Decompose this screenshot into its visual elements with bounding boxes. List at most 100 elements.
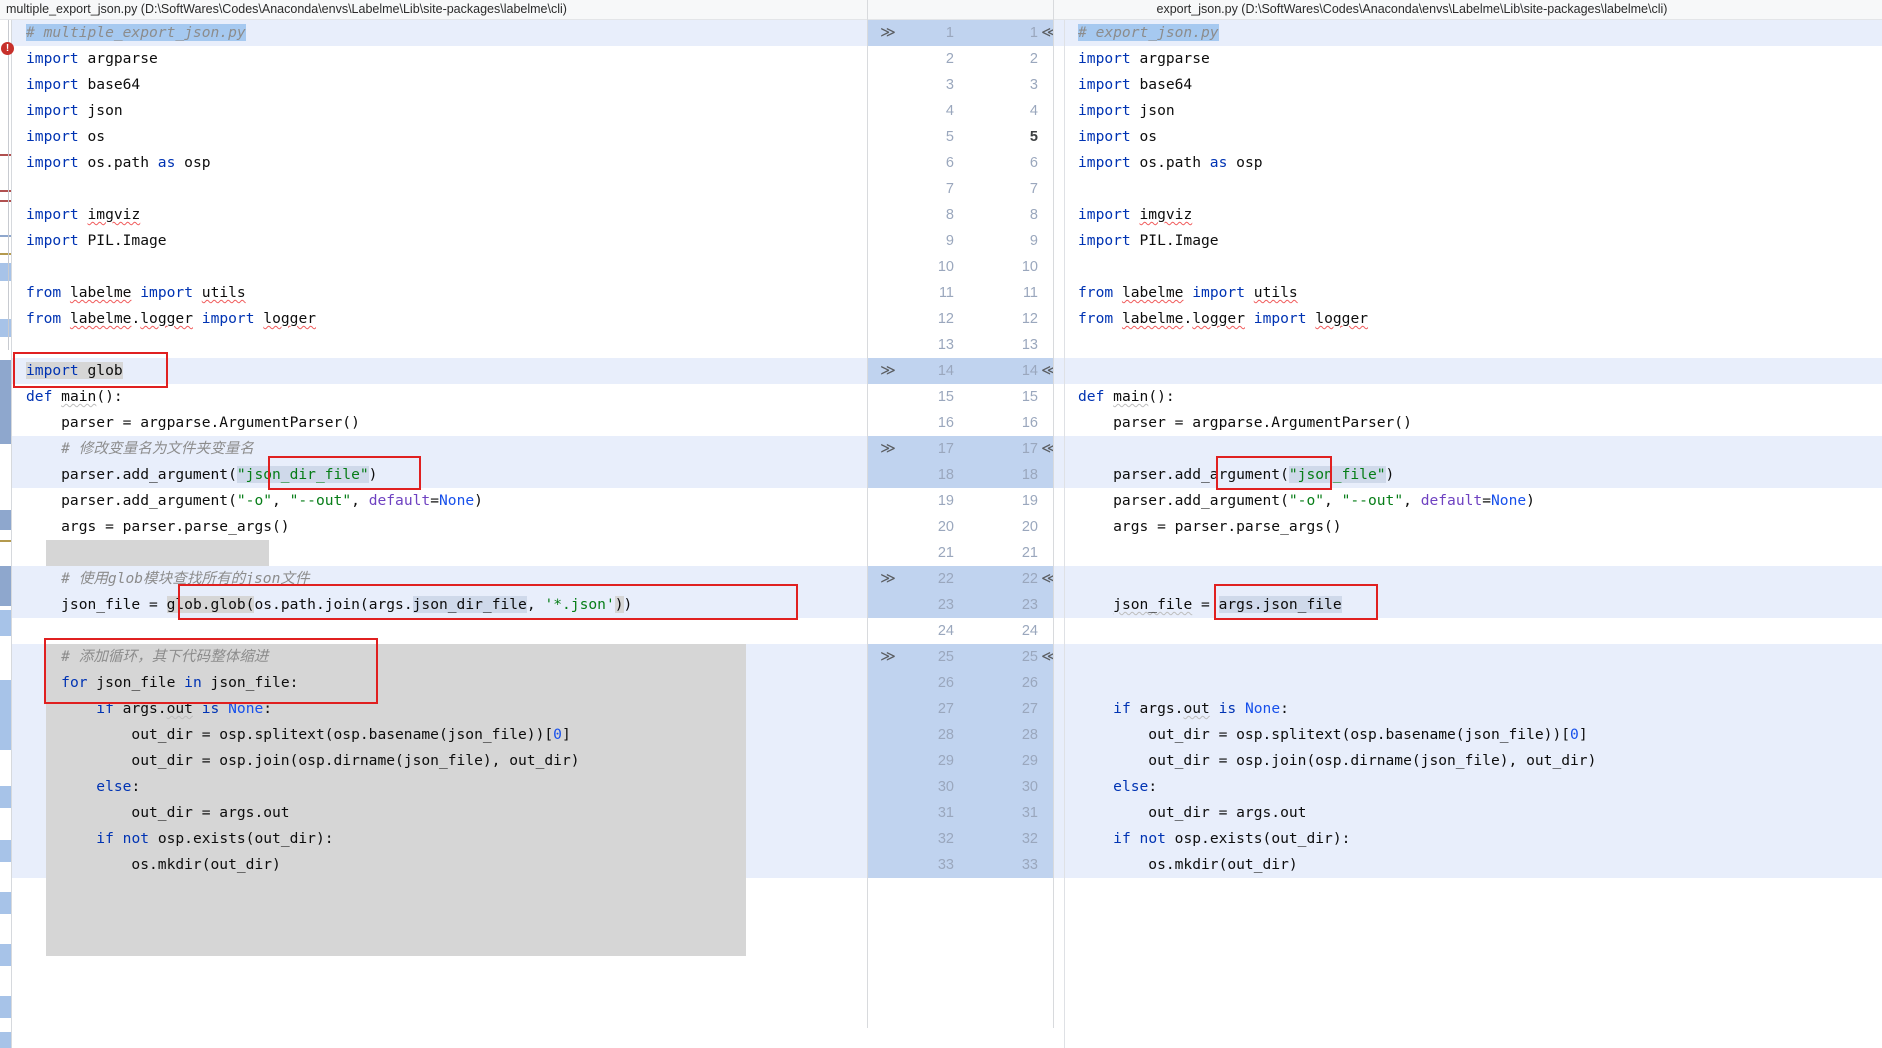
code-line: from labelme import utils [1078, 284, 1298, 301]
gutter-row[interactable]: 33 33 [868, 852, 1054, 878]
code-line: if args.out is None: [1113, 700, 1289, 717]
gutter-row[interactable]: 33 [868, 72, 1054, 98]
gutter-row[interactable]: 77 [868, 176, 1054, 202]
left-line-number: 3 [945, 77, 954, 93]
right-line-number: 4 [1029, 103, 1038, 119]
gutter-row[interactable]: 20 20 [868, 514, 1054, 540]
gutter-row[interactable]: 21 21 [868, 540, 1054, 566]
code-line: import os.path as osp [26, 154, 211, 171]
code-line: else: [1113, 778, 1158, 795]
gutter-row[interactable]: 26 26 [868, 670, 1054, 696]
right-line-number: 22 [1021, 571, 1038, 587]
left-line-number: 4 [945, 103, 954, 119]
right-editor-pane[interactable]: # export_json.py import argparse import … [1054, 20, 1882, 1048]
gutter-row[interactable]: 10 10 [868, 254, 1054, 280]
left-line-number: 5 [945, 129, 954, 145]
gutter-row[interactable]: 55 [868, 124, 1054, 150]
code-line: parser.add_argument("-o", "--out", defau… [1078, 492, 1535, 509]
left-line-number: 19 [937, 493, 954, 509]
left-editor-pane[interactable]: ! # multiple_export_json.py import argpa… [0, 20, 868, 1048]
gutter-row[interactable]: 23 23 [868, 592, 1054, 618]
code-line: # 修改变量名为文件夹变量名 [61, 440, 254, 457]
right-line-number: 9 [1029, 233, 1038, 249]
code-line: def main(): [26, 388, 123, 405]
right-line-number: 17 [1021, 441, 1038, 457]
gutter-row[interactable]: 12 12 [868, 306, 1054, 332]
error-badge-icon[interactable]: ! [1, 42, 14, 55]
gutter-row[interactable]: ≫ 14 14 ≪ [868, 358, 1057, 384]
code-line: from labelme.logger import logger [1078, 310, 1369, 327]
gutter-row[interactable]: ≫ 25 25 ≪ [868, 644, 1057, 670]
diff-viewer: multiple_export_json.py (D:\SoftWares\Co… [0, 0, 1882, 1048]
gutter-row[interactable]: ≫ 17 17 ≪ [868, 436, 1057, 462]
gutter-row[interactable]: 30 30 [868, 774, 1054, 800]
gutter-row[interactable]: 29 29 [868, 748, 1054, 774]
code-line: else: [96, 778, 141, 795]
ruler-tick-warning [0, 253, 11, 255]
gutter-row[interactable]: 13 13 [868, 332, 1054, 358]
code-line: out_dir = osp.join(osp.dirname(json_file… [26, 752, 580, 769]
gutter-row[interactable]: 66 [868, 150, 1054, 176]
left-line-number: 15 [937, 389, 954, 405]
right-line-number: 15 [1021, 389, 1038, 405]
code-line: out_dir = osp.splitext(osp.basename(json… [26, 726, 571, 743]
gutter-row[interactable]: 27 27 [868, 696, 1054, 722]
right-line-number: 29 [1021, 753, 1038, 769]
left-line-number: 28 [937, 727, 954, 743]
ruler-tick-change [0, 944, 11, 966]
gutter-row[interactable]: 16 16 [868, 410, 1054, 436]
right-code-area[interactable]: # export_json.py import argparse import … [1064, 20, 1882, 1048]
code-line: out_dir = osp.splitext(osp.basename(json… [1078, 726, 1588, 743]
right-line-number: 13 [1021, 337, 1038, 353]
left-line-number: 11 [938, 285, 954, 301]
code-line: import json [26, 102, 123, 119]
right-line-number: 18 [1021, 467, 1038, 483]
left-line-number: 31 [937, 805, 954, 821]
gutter-row[interactable]: 24 24 [868, 618, 1054, 644]
right-line-number: 16 [1021, 415, 1038, 431]
gutter-row[interactable]: 28 28 [868, 722, 1054, 748]
ruler-divider [11, 20, 12, 1048]
left-code-area[interactable]: # multiple_export_json.py import argpars… [12, 20, 868, 1048]
code-line: def main(): [1078, 388, 1175, 405]
gutter-row[interactable]: ≫ 1 1 ≪ [868, 20, 1057, 46]
ruler-tick-error [0, 154, 11, 156]
code-line: import imgviz [26, 206, 141, 223]
left-line-number: 12 [937, 311, 954, 327]
right-line-number: 21 [1021, 545, 1038, 561]
code-line: parser = argparse.ArgumentParser() [26, 414, 360, 431]
right-line-number: 31 [1021, 805, 1038, 821]
gutter-row[interactable]: ≫ 22 22 ≪ [868, 566, 1057, 592]
left-annotation-ruler[interactable] [0, 20, 12, 1048]
gutter-row[interactable]: 31 31 [868, 800, 1054, 826]
gutter-row[interactable]: 11 11 [868, 280, 1054, 306]
left-line-number: 26 [937, 675, 954, 691]
left-line-number: 32 [937, 831, 954, 847]
gutter-row[interactable]: 99 [868, 228, 1054, 254]
gutter-row[interactable]: 22 [868, 46, 1054, 72]
gutter-row[interactable]: 18 18 [868, 462, 1054, 488]
right-line-number: 12 [1021, 311, 1038, 327]
right-file-path: export_json.py (D:\SoftWares\Codes\Anaco… [1156, 2, 1668, 16]
diff-gutter[interactable]: ≫ 1 1 ≪ 2 2 3 3 4 4 5 5 6 6 7 7 8 8 9 9 10 10 11 11 12 12 13 13 ≫ 14 1… [868, 20, 1057, 1048]
left-line-number: 25 [937, 649, 954, 665]
code-line: # export_json.py [1078, 24, 1219, 41]
gutter-row[interactable]: 19 19 [868, 488, 1054, 514]
gutter-row[interactable]: 32 32 [868, 826, 1054, 852]
code-line: json_file = glob.glob(os.path.join(args.… [26, 596, 633, 613]
code-line: from labelme.logger import logger [26, 310, 317, 327]
gutter-row[interactable]: 15 15 [868, 384, 1054, 410]
gutter-row[interactable]: 44 [868, 98, 1054, 124]
ruler-tick-warning [0, 540, 11, 542]
gutter-row[interactable]: 88 [868, 202, 1054, 228]
left-line-number: 2 [945, 51, 954, 67]
code-line: import glob [26, 362, 123, 379]
ruler-tick-change [0, 319, 11, 337]
pane-separator-left [867, 0, 868, 1028]
code-line: out_dir = osp.join(osp.dirname(json_file… [1078, 752, 1597, 769]
